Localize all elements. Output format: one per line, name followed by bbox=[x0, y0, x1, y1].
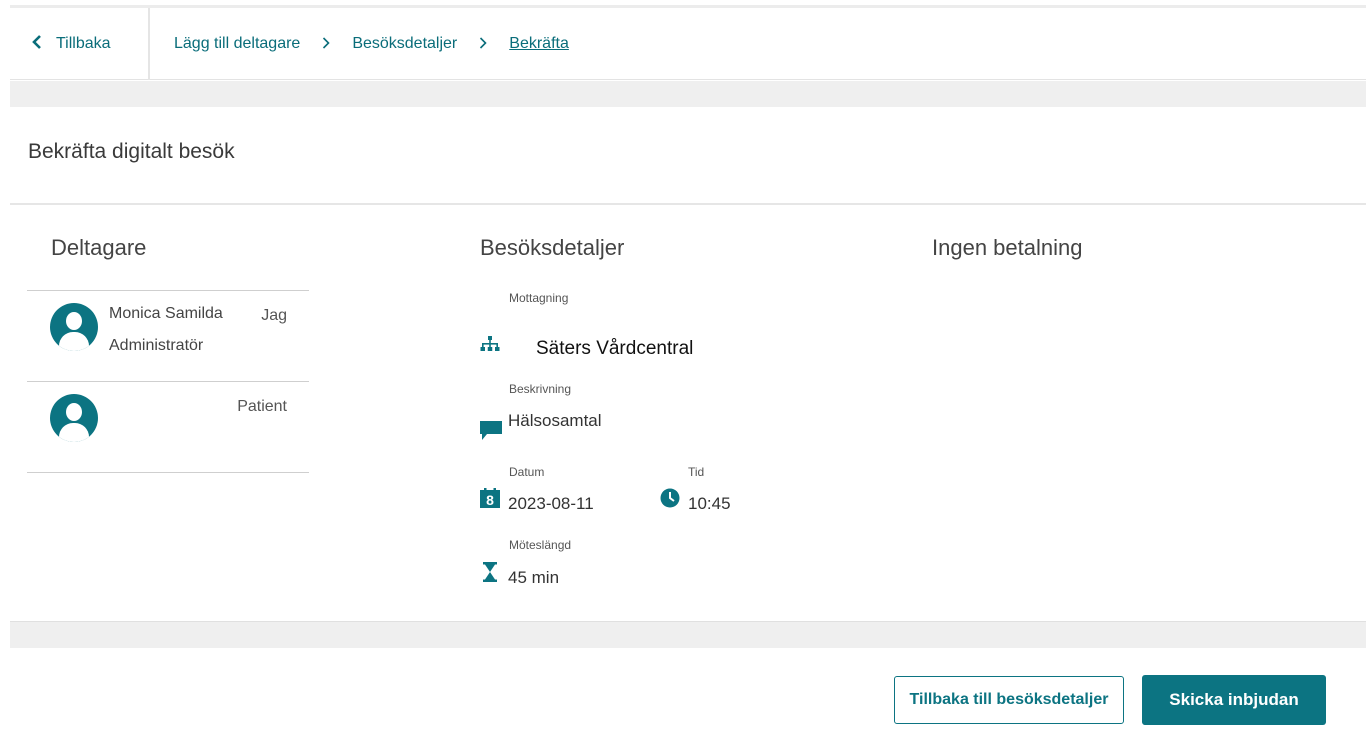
breadcrumb-visit-details[interactable]: Besöksdetaljer bbox=[352, 35, 457, 53]
meeting-length-label: Möteslängd bbox=[509, 538, 572, 552]
page-title: Bekräfta digitalt besök bbox=[28, 140, 235, 163]
reception-label: Mottagning bbox=[509, 291, 569, 305]
breadcrumb-confirm[interactable]: Bekräfta bbox=[509, 35, 569, 53]
date-label: Datum bbox=[509, 465, 545, 479]
chevron-left-icon bbox=[32, 34, 42, 54]
chevron-right-icon bbox=[322, 36, 330, 52]
visit-details: Besöksdetaljer Mottagning Säters Vårdcen… bbox=[480, 205, 880, 620]
calendar-icon: 8 bbox=[480, 488, 500, 513]
org-chart-icon bbox=[480, 335, 500, 358]
main-content: Deltagare Monica Samilda Administratör J… bbox=[10, 205, 1366, 620]
participant-list: Monica Samilda Administratör Jag Patient bbox=[27, 290, 309, 473]
description-label: Beskrivning bbox=[509, 382, 572, 396]
participant-row: Monica Samilda Administratör Jag bbox=[27, 290, 309, 381]
back-button[interactable]: Tillbaka bbox=[10, 8, 150, 80]
participant-row: Patient bbox=[27, 381, 309, 473]
breadcrumb-add-participants[interactable]: Lägg till deltagare bbox=[174, 35, 300, 53]
breadcrumb: Lägg till deltagare Besöksdetaljer Bekrä… bbox=[174, 8, 569, 80]
participant-tag: Jag bbox=[261, 307, 287, 324]
participants-title: Deltagare bbox=[51, 235, 147, 260]
visit-details-title: Besöksdetaljer bbox=[480, 235, 625, 260]
back-to-details-button[interactable]: Tillbaka till besöksdetaljer bbox=[894, 676, 1124, 724]
description-value: Hälsosamtal bbox=[508, 411, 602, 430]
comment-icon bbox=[480, 419, 502, 446]
section-divider bbox=[10, 621, 1366, 648]
participant-role: Administratör bbox=[109, 337, 204, 354]
section-divider bbox=[10, 81, 1366, 107]
time-label: Tid bbox=[688, 465, 705, 479]
payment-title: Ingen betalning bbox=[932, 235, 1083, 260]
time-value: 10:45 bbox=[688, 494, 731, 513]
top-navigation: Tillbaka Lägg till deltagare Besöksdetal… bbox=[10, 8, 1366, 80]
meeting-length-value: 45 min bbox=[508, 568, 560, 587]
calendar-day: 8 bbox=[486, 492, 494, 508]
send-invite-button[interactable]: Skicka inbjudan bbox=[1142, 675, 1326, 725]
clock-icon bbox=[660, 488, 680, 513]
avatar-icon bbox=[50, 394, 98, 442]
page-header: Bekräfta digitalt besök bbox=[10, 107, 1366, 205]
reception-value: Säters Vårdcentral bbox=[536, 338, 694, 359]
back-label: Tillbaka bbox=[56, 35, 111, 52]
participant-tag: Patient bbox=[237, 398, 287, 415]
participant-name: Monica Samilda bbox=[109, 305, 223, 322]
hourglass-icon bbox=[483, 562, 497, 587]
chevron-right-icon bbox=[479, 36, 487, 52]
avatar-icon bbox=[50, 303, 98, 351]
date-value: 2023-08-11 bbox=[508, 494, 594, 513]
